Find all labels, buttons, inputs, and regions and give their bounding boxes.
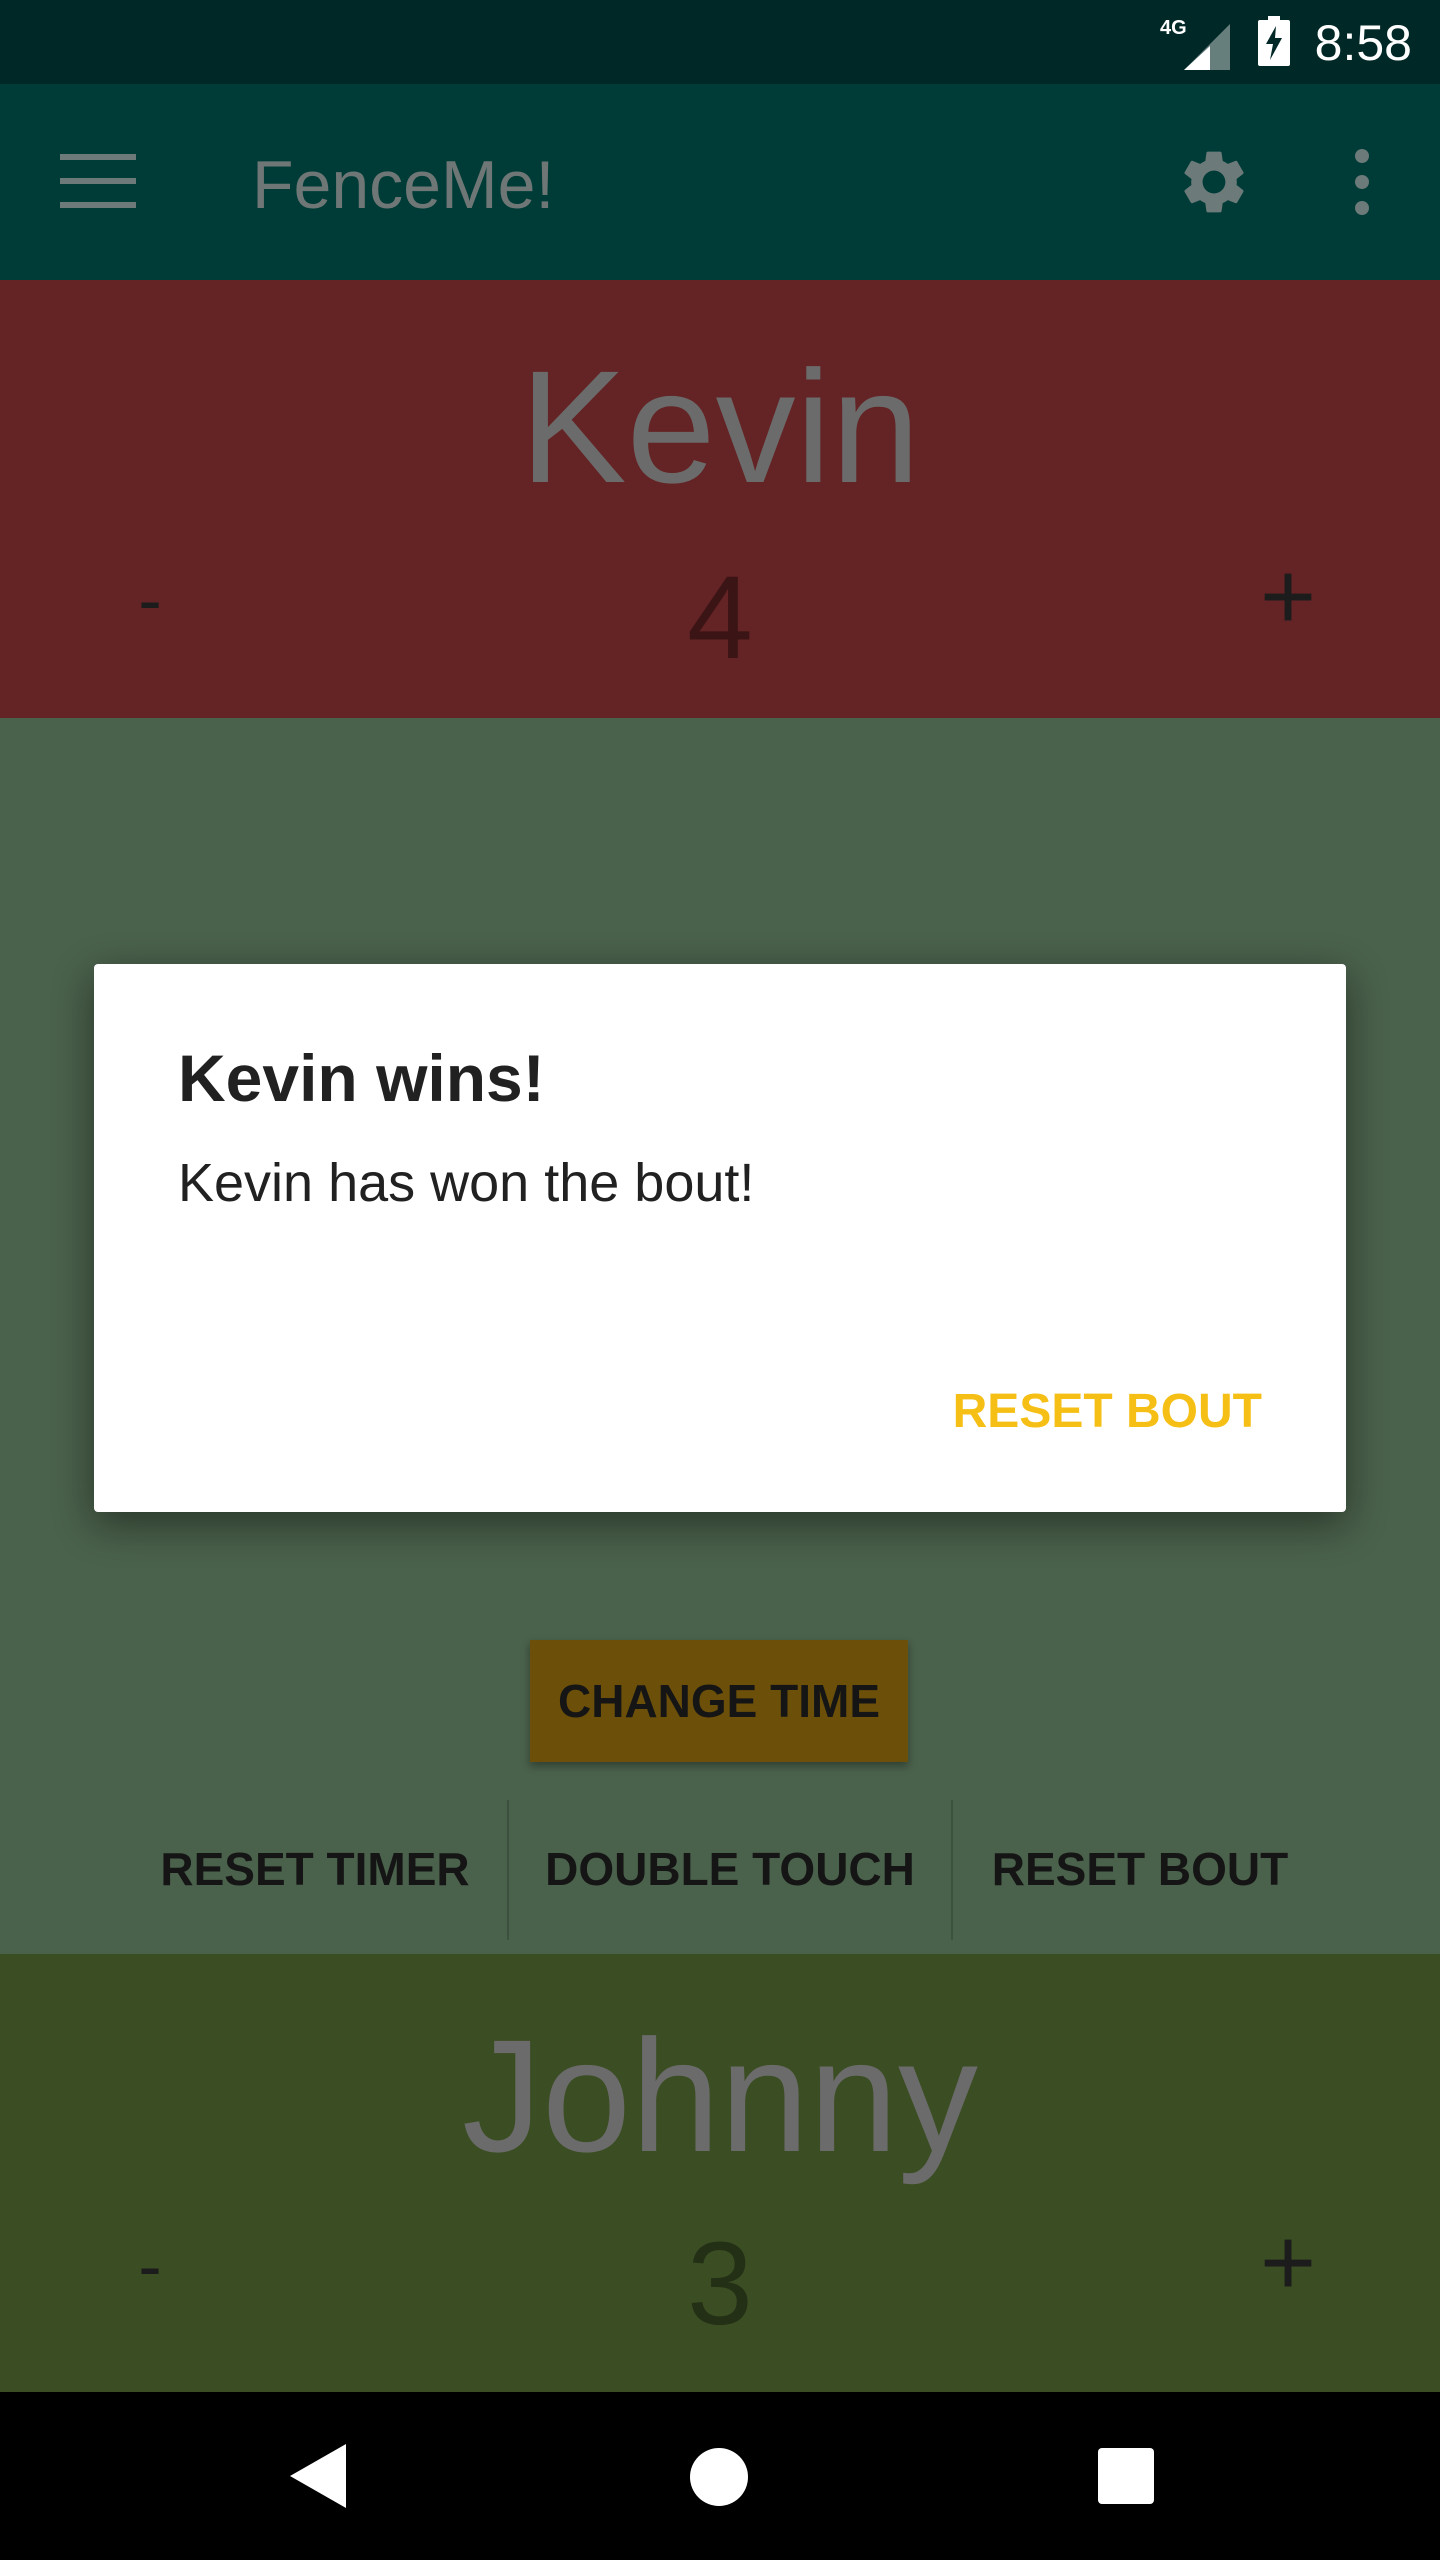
dialog-reset-bout-button[interactable]: RESET BOUT (953, 1384, 1262, 1439)
back-icon[interactable] (288, 2442, 348, 2510)
dialog-title: Kevin wins! (178, 1041, 545, 1115)
navigation-bar (0, 2392, 1440, 2560)
recents-icon[interactable] (1098, 2448, 1154, 2504)
dialog-message: Kevin has won the bout! (178, 1153, 755, 1213)
home-icon[interactable] (690, 2448, 748, 2506)
winner-dialog: Kevin wins! Kevin has won the bout! RESE… (94, 964, 1346, 1512)
